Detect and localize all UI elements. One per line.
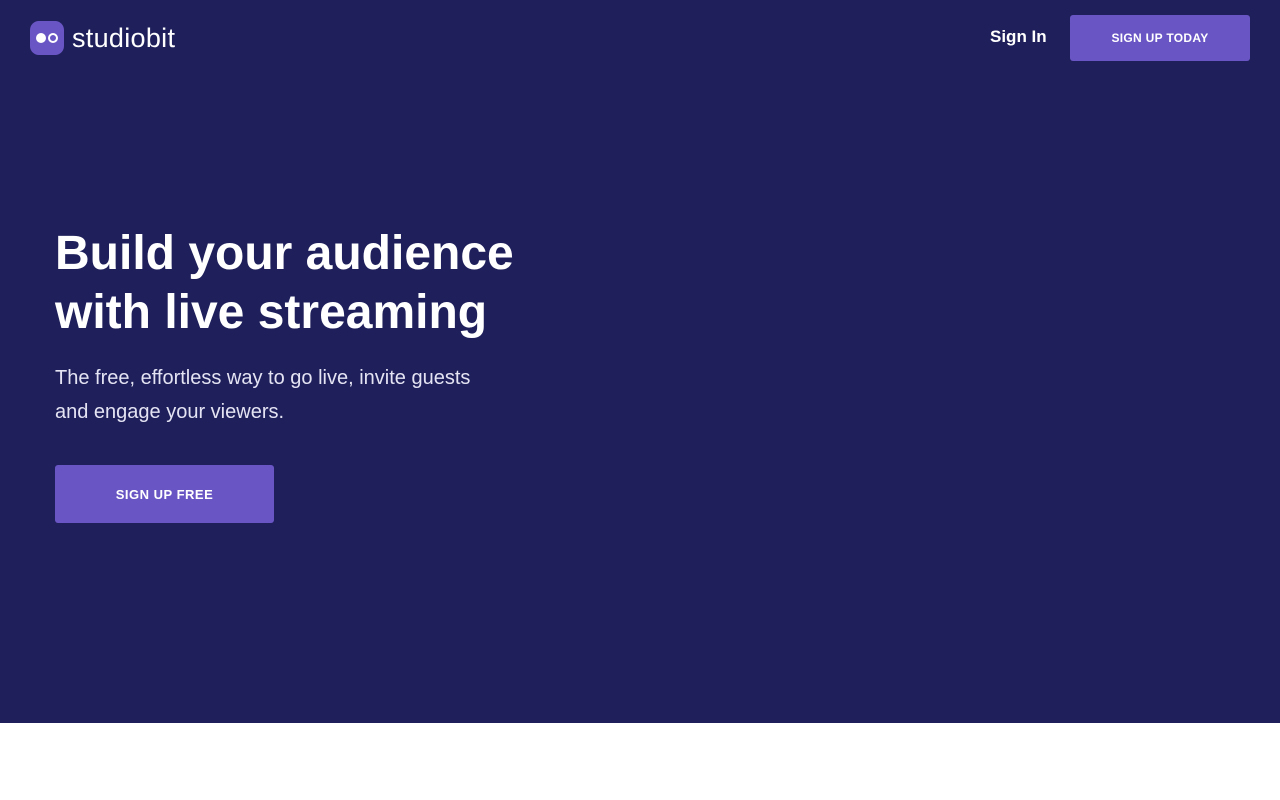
hero-section: studiobit Sign In SIGN UP TODAY Build yo… <box>0 0 1280 723</box>
hero-headline: Build your audience with live streaming <box>55 224 615 342</box>
below-hero-section <box>0 723 1280 800</box>
studiobit-logo-icon <box>30 21 64 55</box>
subheadline-line-2: and engage your viewers. <box>55 401 285 423</box>
brand-name: studiobit <box>72 23 176 53</box>
headline-line-1: Build your audience <box>55 227 514 280</box>
subheadline-line-1: The free, effortless way to go live, inv… <box>55 367 471 389</box>
brand-logo-link[interactable]: studiobit <box>30 21 175 55</box>
top-navbar: studiobit Sign In SIGN UP TODAY <box>0 0 1280 76</box>
sign-up-today-button[interactable]: SIGN UP TODAY <box>1070 15 1250 61</box>
sign-in-link[interactable]: Sign In <box>990 26 1047 48</box>
sign-up-free-button[interactable]: SIGN UP FREE <box>55 465 274 523</box>
logo-filled-dot <box>36 33 46 43</box>
logo-ring-dot <box>48 33 58 43</box>
headline-line-2: with live streaming <box>55 286 488 339</box>
hero-subheadline: The free, effortless way to go live, inv… <box>55 361 555 429</box>
